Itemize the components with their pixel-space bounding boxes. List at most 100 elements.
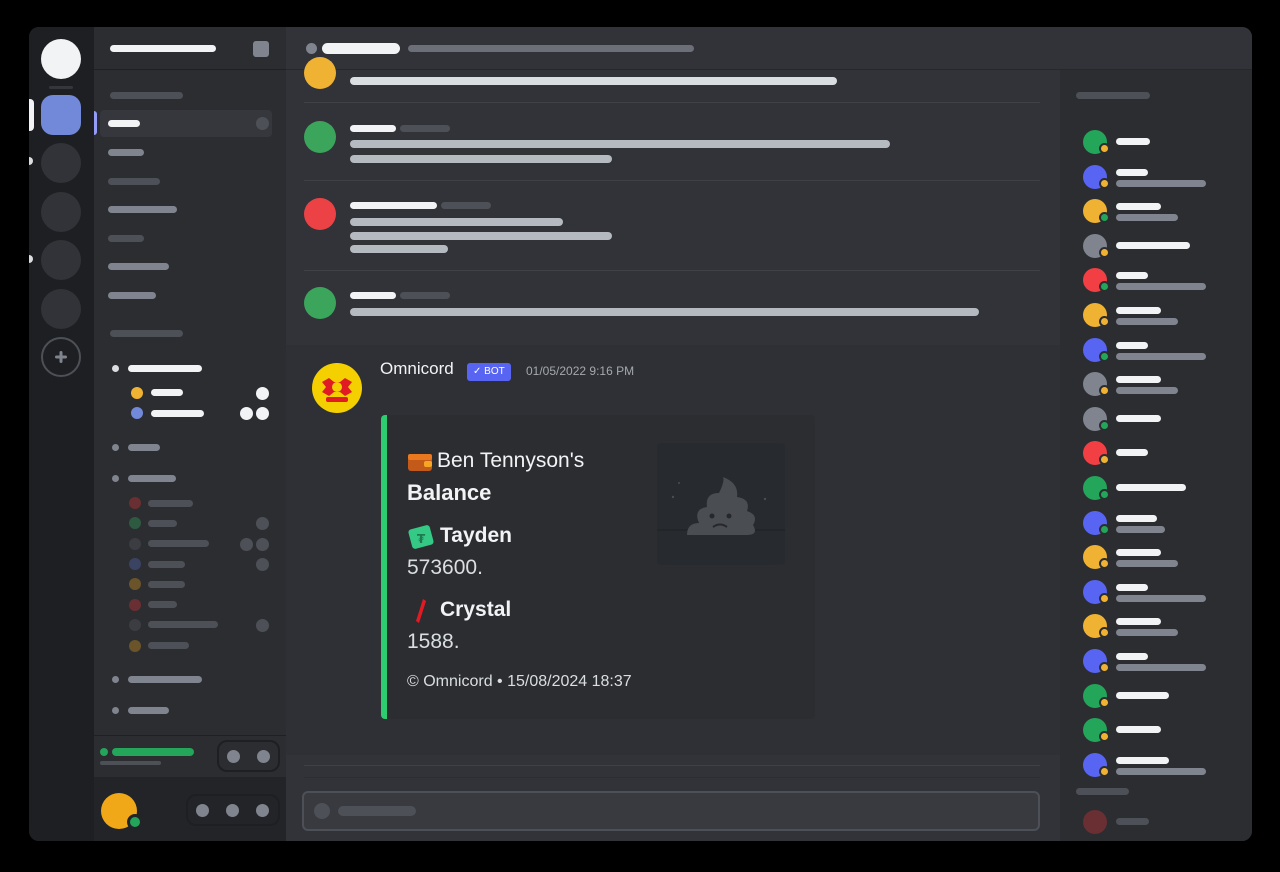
author-name[interactable]: Omnicord (380, 359, 454, 379)
avatar[interactable] (304, 121, 336, 153)
member-name[interactable] (1116, 818, 1149, 825)
wallet-icon (408, 454, 432, 471)
avatar[interactable] (304, 57, 336, 89)
add-server-button[interactable] (41, 337, 81, 377)
member-name[interactable] (1116, 549, 1161, 556)
message-text (350, 245, 448, 253)
mute-icon[interactable] (196, 804, 209, 817)
member-name[interactable] (1116, 584, 1148, 591)
server-icon[interactable] (41, 192, 81, 232)
member-activity (1116, 318, 1178, 325)
channel-label[interactable] (128, 475, 176, 482)
member-status-icon (1099, 558, 1110, 569)
member-name[interactable] (1116, 203, 1161, 210)
channel-hash-icon (306, 43, 317, 54)
member-status-icon (1099, 178, 1110, 189)
channel-label[interactable] (108, 292, 156, 299)
message-text (350, 77, 837, 85)
balance-embed: Ben Tennyson's Balance ₮ Tayden 573600. … (381, 415, 815, 719)
settings-icon[interactable] (256, 117, 269, 130)
channel-header (286, 27, 1252, 70)
server-icon[interactable] (41, 289, 81, 329)
selected-channel-indicator (94, 111, 97, 135)
channel-label[interactable] (128, 676, 202, 683)
voice-user-label (151, 410, 204, 417)
message-text (350, 155, 612, 163)
server-menu-icon[interactable] (253, 41, 269, 57)
channel-label[interactable] (108, 149, 144, 156)
member-activity (1116, 526, 1165, 533)
voice-channel-label[interactable] (128, 365, 202, 372)
member-name[interactable] (1116, 757, 1169, 764)
user-avatar (129, 538, 141, 550)
member-name[interactable] (1116, 484, 1186, 491)
member-name[interactable] (1116, 138, 1150, 145)
omnicord-avatar[interactable] (312, 363, 362, 413)
member-name[interactable] (1116, 692, 1169, 699)
member-name[interactable] (1116, 449, 1148, 456)
home-button[interactable] (41, 39, 81, 79)
status-icon (256, 619, 269, 632)
member-status-icon (1099, 247, 1110, 258)
status-icon (240, 407, 253, 420)
server-name (110, 45, 216, 52)
message-timestamp: 01/05/2022 9:16 PM (526, 364, 635, 378)
member-name[interactable] (1116, 726, 1161, 733)
member-name[interactable] (1116, 415, 1161, 422)
channel-label[interactable] (108, 263, 169, 270)
member-name[interactable] (1116, 307, 1161, 314)
channel-label[interactable] (128, 444, 160, 451)
poop-emoji-icon (657, 477, 785, 535)
disconnect-icon[interactable] (257, 750, 270, 763)
input-placeholder (338, 806, 416, 816)
username[interactable] (350, 125, 396, 132)
username[interactable] (350, 292, 396, 299)
settings-icon[interactable] (256, 804, 269, 817)
status-icon (256, 387, 269, 400)
server-icon-active[interactable] (41, 95, 81, 135)
member-name[interactable] (1116, 272, 1148, 279)
voice-status-panel (94, 735, 286, 777)
channel-label[interactable] (108, 178, 160, 185)
username[interactable] (350, 202, 437, 209)
member-name[interactable] (1116, 242, 1190, 249)
member-name[interactable] (1116, 169, 1148, 176)
user-avatar (129, 640, 141, 652)
member-status-icon (1099, 766, 1110, 777)
deafen-icon[interactable] (226, 804, 239, 817)
user-avatar[interactable] (131, 407, 143, 419)
user-controls (186, 794, 280, 826)
message-text (350, 308, 979, 316)
member-activity (1116, 283, 1206, 290)
channel-label (108, 120, 140, 127)
embed-thumbnail[interactable] (657, 443, 785, 565)
member-avatar[interactable] (1083, 810, 1107, 834)
server-icon[interactable] (41, 240, 81, 280)
server-icon[interactable] (41, 143, 81, 183)
channel-label[interactable] (108, 206, 177, 213)
attach-icon[interactable] (314, 803, 330, 819)
channel-label[interactable] (128, 707, 169, 714)
channel-label[interactable] (108, 235, 144, 242)
field-value-crystal: 1588. (407, 630, 460, 653)
member-activity (1116, 214, 1178, 221)
bot-message: Omnicord ✓ BOT 01/05/2022 9:16 PM Ben Te… (286, 345, 1060, 755)
message-text (350, 140, 890, 148)
server-header[interactable] (94, 27, 286, 70)
status-icon (256, 538, 269, 551)
channel-topic (408, 45, 694, 52)
member-status-icon (1099, 524, 1110, 535)
user-avatar[interactable] (131, 387, 143, 399)
message-input[interactable] (302, 791, 1040, 831)
member-name[interactable] (1116, 618, 1161, 625)
avatar[interactable] (304, 198, 336, 230)
avatar[interactable] (304, 287, 336, 319)
member-status-icon (1099, 420, 1110, 431)
member-name[interactable] (1116, 342, 1148, 349)
noise-suppression-icon[interactable] (227, 750, 240, 763)
member-name[interactable] (1116, 376, 1161, 383)
member-name[interactable] (1116, 653, 1148, 660)
unread-indicator (29, 255, 33, 263)
member-name[interactable] (1116, 515, 1157, 522)
member-status-icon (1099, 212, 1110, 223)
